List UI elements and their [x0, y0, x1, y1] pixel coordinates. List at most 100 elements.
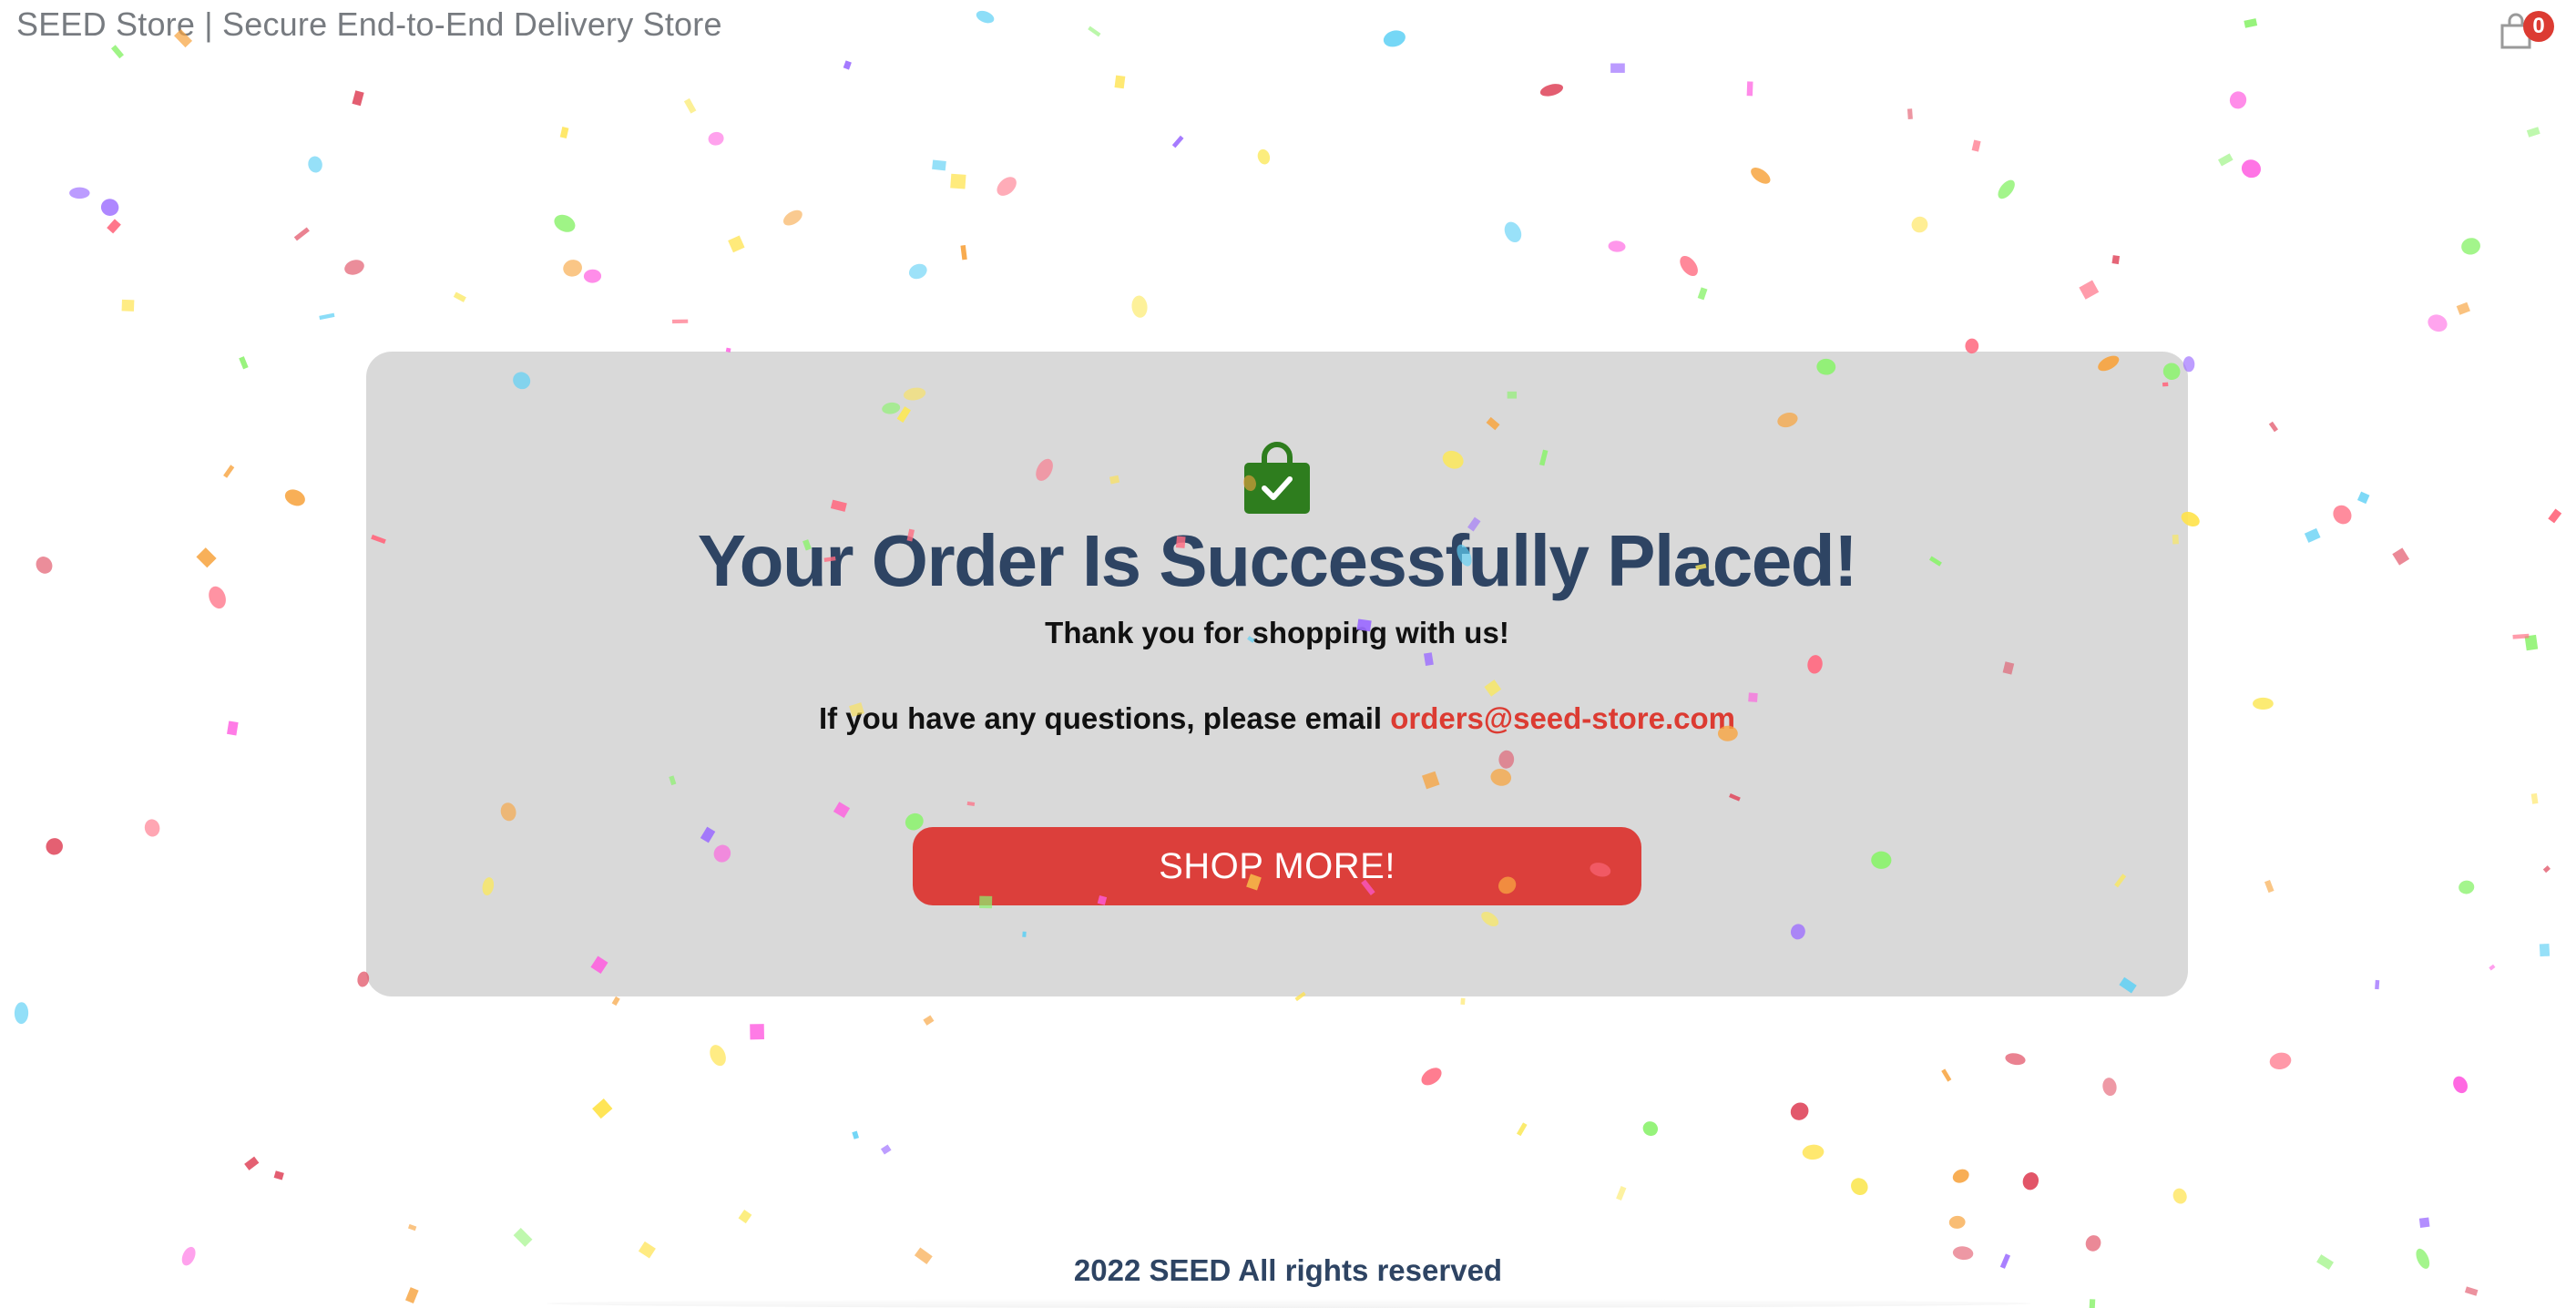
- confetti-piece: [227, 720, 239, 736]
- confetti-piece: [209, 586, 226, 609]
- order-success-page: SEED Store | Secure End-to-End Delivery …: [0, 0, 2576, 1308]
- confetti-piece: [1516, 1122, 1528, 1137]
- confetti-piece: [1642, 1121, 1659, 1137]
- confetti-piece: [239, 356, 249, 370]
- confetti-piece: [1131, 295, 1148, 318]
- confetti-piece: [880, 1144, 892, 1155]
- confetti-piece: [293, 227, 310, 241]
- confetti-piece: [404, 1287, 419, 1303]
- confetti-piece: [1539, 84, 1564, 97]
- confetti-piece: [1941, 1068, 1952, 1082]
- confetti-piece: [1998, 179, 2015, 199]
- confetti-piece: [2102, 1078, 2117, 1097]
- thank-you-message: Thank you for shopping with us!: [1045, 616, 1509, 649]
- confetti-piece: [2542, 865, 2551, 874]
- confetti-piece: [1746, 81, 1753, 97]
- confetti-piece: [592, 1099, 613, 1119]
- confetti-piece: [1608, 240, 1626, 252]
- confetti-piece: [110, 45, 124, 59]
- confetti-piece: [2392, 547, 2410, 566]
- confetti-piece: [997, 177, 1017, 196]
- contact-email-link[interactable]: orders@seed-store.com: [1390, 701, 1735, 735]
- order-confirmation-card: Your Order Is Successfully Placed! Thank…: [366, 352, 2188, 996]
- cart-button[interactable]: 0: [2496, 9, 2554, 55]
- confetti-piece: [1383, 30, 1406, 47]
- order-success-heading: Your Order Is Successfully Placed!: [697, 520, 1858, 601]
- confetti-piece: [554, 214, 576, 232]
- confetti-piece: [2453, 1076, 2468, 1094]
- confetti-piece: [960, 245, 967, 261]
- confetti-piece: [1171, 135, 1184, 148]
- confetti-piece: [2524, 634, 2539, 651]
- confetti-piece: [46, 838, 63, 855]
- confetti-piece: [843, 60, 852, 70]
- confetti-piece: [2022, 1172, 2039, 1190]
- contact-prefix: If you have any questions, please email: [818, 701, 1383, 735]
- confetti-piece: [2111, 255, 2121, 265]
- confetti-piece: [908, 263, 927, 280]
- confetti-piece: [2264, 879, 2274, 894]
- confetti-piece: [611, 996, 620, 1007]
- confetti-piece: [2333, 505, 2352, 525]
- confetti-piece: [1911, 216, 1928, 233]
- confetti-piece: [750, 1024, 764, 1040]
- confetti-piece: [2268, 421, 2278, 433]
- shop-more-button[interactable]: SHOP MORE!: [913, 827, 1641, 905]
- confetti-piece: [1751, 168, 1771, 184]
- confetti-piece: [671, 319, 689, 324]
- confetti-piece: [1952, 1169, 1969, 1183]
- confetti-piece: [2526, 127, 2540, 138]
- confetti-piece: [2512, 633, 2530, 639]
- confetti-piece: [2244, 18, 2258, 28]
- confetti-piece: [852, 1130, 860, 1139]
- confetti-piece: [932, 159, 946, 171]
- confetti-piece: [1114, 75, 1126, 89]
- confetti-piece: [559, 127, 569, 139]
- confetti-piece: [1616, 1186, 1627, 1201]
- confetti-piece: [1504, 221, 1522, 243]
- confetti-piece: [2458, 880, 2475, 894]
- confetti-piece: [782, 209, 802, 226]
- confetti-piece: [2241, 159, 2261, 179]
- footer-divider: [547, 1299, 2031, 1308]
- confetti-piece: [1460, 997, 1466, 1006]
- confetti-piece: [36, 557, 53, 574]
- confetti-piece: [2218, 153, 2234, 167]
- confetti-piece: [708, 131, 724, 146]
- confetti-piece: [319, 312, 335, 321]
- confetti-piece: [2253, 697, 2274, 710]
- confetti-piece: [273, 1170, 284, 1180]
- shopping-bag-check-icon: [1244, 442, 1310, 514]
- confetti-piece: [2418, 1217, 2430, 1228]
- confetti-piece: [14, 1002, 29, 1025]
- confetti-piece: [1088, 26, 1101, 37]
- confetti-piece: [107, 219, 121, 234]
- confetti-piece: [2089, 1299, 2096, 1308]
- confetti-piece: [1421, 1068, 1442, 1086]
- confetti-piece: [244, 1156, 260, 1170]
- confetti-piece: [2539, 943, 2550, 957]
- confetti-piece: [1802, 1144, 1825, 1160]
- confetti-piece: [728, 235, 745, 253]
- site-title[interactable]: SEED Store | Secure End-to-End Delivery …: [16, 5, 722, 44]
- confetti-piece: [2428, 314, 2448, 332]
- confetti-piece: [1906, 108, 1913, 119]
- confetti-piece: [2489, 964, 2496, 971]
- confetti-piece: [1257, 148, 1271, 165]
- confetti-piece: [407, 1223, 417, 1231]
- confetti-piece: [2005, 1053, 2026, 1066]
- confetti-piece: [2304, 527, 2321, 543]
- confetti-piece: [1610, 63, 1625, 73]
- footer-copyright: 2022 SEED All rights reserved: [1073, 1253, 1503, 1287]
- confetti-piece: [2548, 508, 2562, 524]
- confetti-piece: [223, 465, 235, 478]
- confetti-piece: [710, 1045, 726, 1067]
- confetti-piece: [738, 1209, 752, 1224]
- confetti-piece: [923, 1015, 935, 1026]
- confetti-piece: [2172, 1188, 2187, 1204]
- confetti-piece: [308, 156, 322, 173]
- confetti-piece: [583, 269, 602, 283]
- confetti-piece: [950, 173, 966, 189]
- confetti-piece: [683, 97, 697, 114]
- confetti-piece: [69, 187, 90, 199]
